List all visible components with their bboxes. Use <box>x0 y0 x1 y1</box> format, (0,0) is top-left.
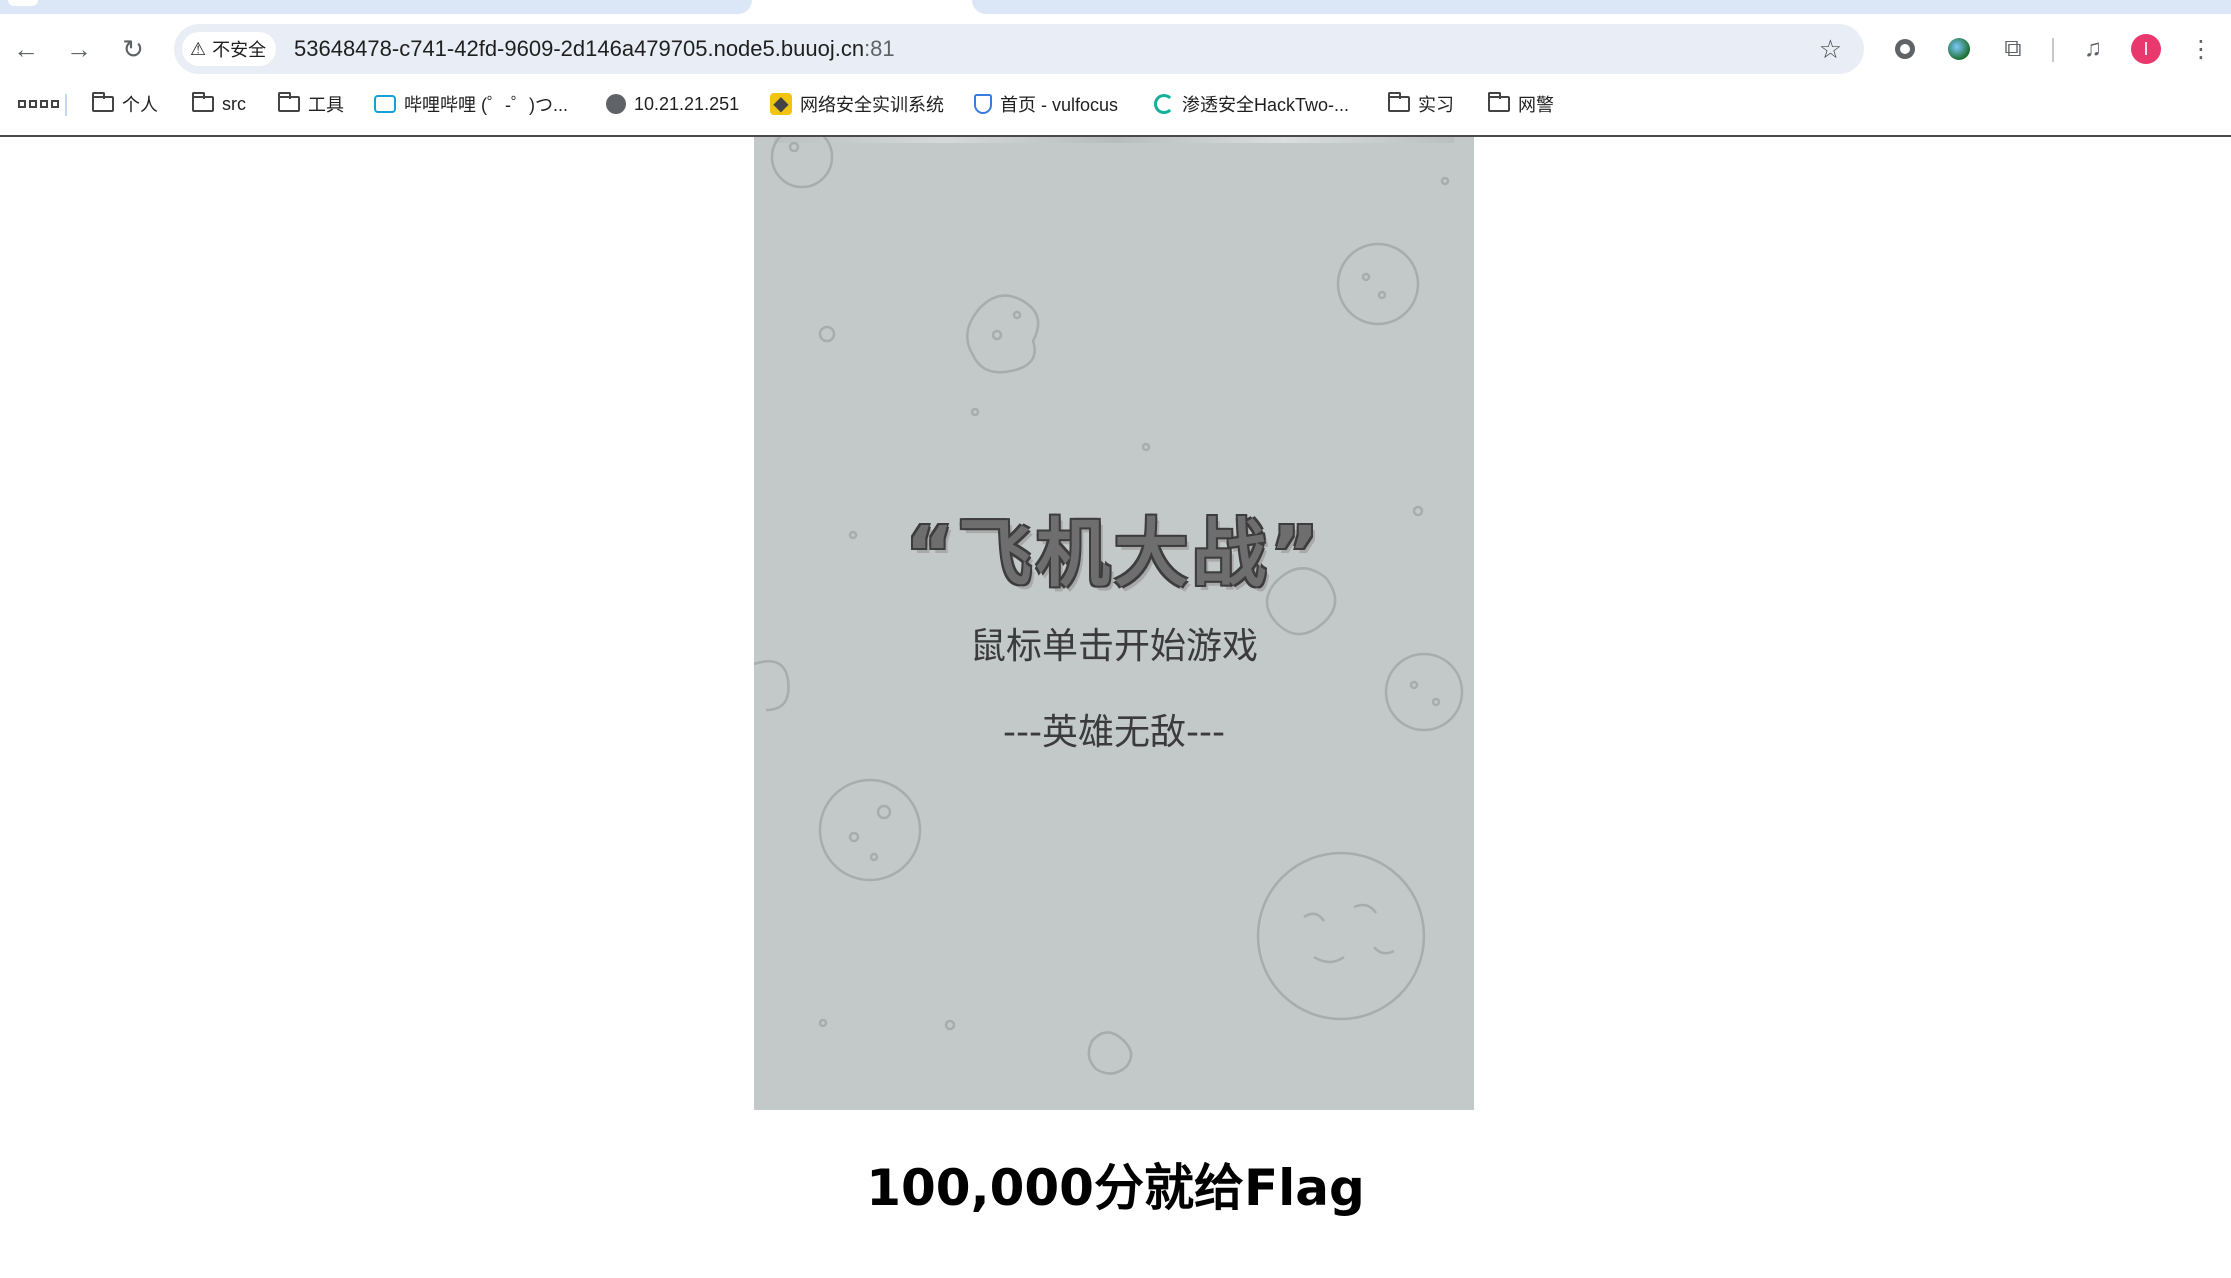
extension-globe-button[interactable] <box>1944 34 1974 64</box>
asteroid <box>818 325 836 343</box>
reload-icon: ↻ <box>122 34 144 64</box>
more-vert-icon: ⋮ <box>2189 35 2213 63</box>
browser-chrome: ← → ↻ ⚠ 不安全 53648478-c741-42fd-9609-2d14… <box>0 0 2231 137</box>
address-bar[interactable]: ⚠ 不安全 53648478-c741-42fd-9609-2d146a4797… <box>174 24 1864 74</box>
globe-icon <box>606 94 626 114</box>
back-button[interactable]: ← <box>11 34 41 64</box>
profile-avatar[interactable]: I <box>2131 34 2161 64</box>
browser-menu-button[interactable]: ⋮ <box>2186 34 2216 64</box>
toolbar-divider <box>2052 38 2054 62</box>
bookmark-label: 网警 <box>1518 95 1554 115</box>
apps-button[interactable] <box>18 88 59 120</box>
url-host: 53648478-c741-42fd-9609-2d146a479705.nod… <box>294 36 865 61</box>
tab-background-left[interactable] <box>0 0 752 14</box>
folder-icon <box>278 92 300 112</box>
security-label: 不安全 <box>212 40 267 60</box>
globe-extension-icon <box>1948 38 1970 60</box>
bookmark-label: 哔哩哔哩 (゜-゜)つ... <box>404 95 568 115</box>
bookmark-label: 工具 <box>308 95 344 115</box>
reload-button[interactable]: ↻ <box>118 34 148 64</box>
bookmark-item[interactable]: 首页 - vulfocus <box>974 88 1118 120</box>
extensions-button[interactable]: ⧉ <box>1998 34 2028 64</box>
asteroid <box>966 294 1040 374</box>
bookmarks-separator <box>65 94 67 116</box>
folder-icon <box>1388 92 1410 112</box>
playlist-icon: ♫ <box>2084 35 2102 62</box>
bookmarks-bar: 个人 src 工具 哔哩哔哩 (゜-゜)つ... 10.21.21.251 ◆ … <box>0 84 2231 124</box>
tab-strip <box>0 0 2231 14</box>
apps-grid-icon <box>18 100 59 108</box>
record-icon <box>1895 39 1915 59</box>
bookmark-label: 10.21.21.251 <box>634 93 740 114</box>
folder-icon <box>1488 92 1510 112</box>
asteroid <box>818 778 922 882</box>
bookmark-label: 个人 <box>122 95 158 115</box>
shield-icon <box>974 94 992 114</box>
bookmark-item[interactable]: 10.21.21.251 <box>606 88 739 120</box>
asteroid <box>1336 242 1420 326</box>
bilibili-icon <box>374 95 396 113</box>
bookmark-label: 首页 - vulfocus <box>1000 95 1119 115</box>
bookmark-item[interactable]: 实习 <box>1388 88 1454 120</box>
bookmark-item[interactable]: 渗透安全HackTwo-... <box>1154 88 1349 120</box>
bookmark-item[interactable]: 哔哩哔哩 (゜-゜)つ... <box>374 88 568 120</box>
bookmark-item[interactable]: src <box>192 88 246 120</box>
game-title: “飞机大战” <box>905 511 1323 597</box>
folder-icon <box>92 92 114 112</box>
start-game-hint[interactable]: 鼠标单击开始游戏 <box>754 617 1474 669</box>
spinner-icon <box>1154 94 1174 114</box>
tab-background-right[interactable] <box>972 0 2231 14</box>
url-port: :81 <box>864 36 895 61</box>
bookmark-item[interactable]: 工具 <box>278 88 344 120</box>
bookmark-item[interactable]: 网警 <box>1488 88 1554 120</box>
bookmark-label: 实习 <box>1418 95 1454 115</box>
navigation-bar: ← → ↻ ⚠ 不安全 53648478-c741-42fd-9609-2d14… <box>0 20 2231 78</box>
puzzle-icon: ⧉ <box>2004 35 2022 62</box>
game-canvas[interactable]: “飞机大战” 鼠标单击开始游戏 ---英雄无敌--- <box>754 137 1474 1110</box>
bookmark-star-button[interactable]: ☆ <box>1819 34 1842 65</box>
bookmark-label: 网络安全实训系统 <box>800 95 944 115</box>
warning-icon: ⚠ <box>190 38 207 59</box>
game-mode-label: ---英雄无敌--- <box>1003 712 1225 753</box>
asteroid <box>1087 1031 1133 1075</box>
media-control-button[interactable]: ♫ <box>2078 34 2108 64</box>
bookmark-item[interactable]: ◆ 网络安全实训系统 <box>770 88 944 120</box>
bookmark-item[interactable]: 个人 <box>92 88 158 120</box>
asteroid <box>1256 851 1426 1021</box>
star-icon: ☆ <box>1818 34 1842 64</box>
folder-icon <box>192 92 214 112</box>
forward-button[interactable]: → <box>64 34 94 64</box>
bookmark-label: src <box>222 93 246 114</box>
extension-record-button[interactable] <box>1890 34 1920 64</box>
arrow-right-icon: → <box>66 34 92 64</box>
flag-heading: 100,000分就给Flag <box>866 1159 1365 1217</box>
arrow-left-icon: ← <box>13 34 39 64</box>
security-indicator[interactable]: ⚠ 不安全 <box>182 32 277 66</box>
asteroid <box>770 137 834 189</box>
yellow-site-icon: ◆ <box>770 93 792 115</box>
url-text[interactable]: 53648478-c741-42fd-9609-2d146a479705.nod… <box>294 24 895 74</box>
bookmark-label: 渗透安全HackTwo-... <box>1182 95 1350 115</box>
